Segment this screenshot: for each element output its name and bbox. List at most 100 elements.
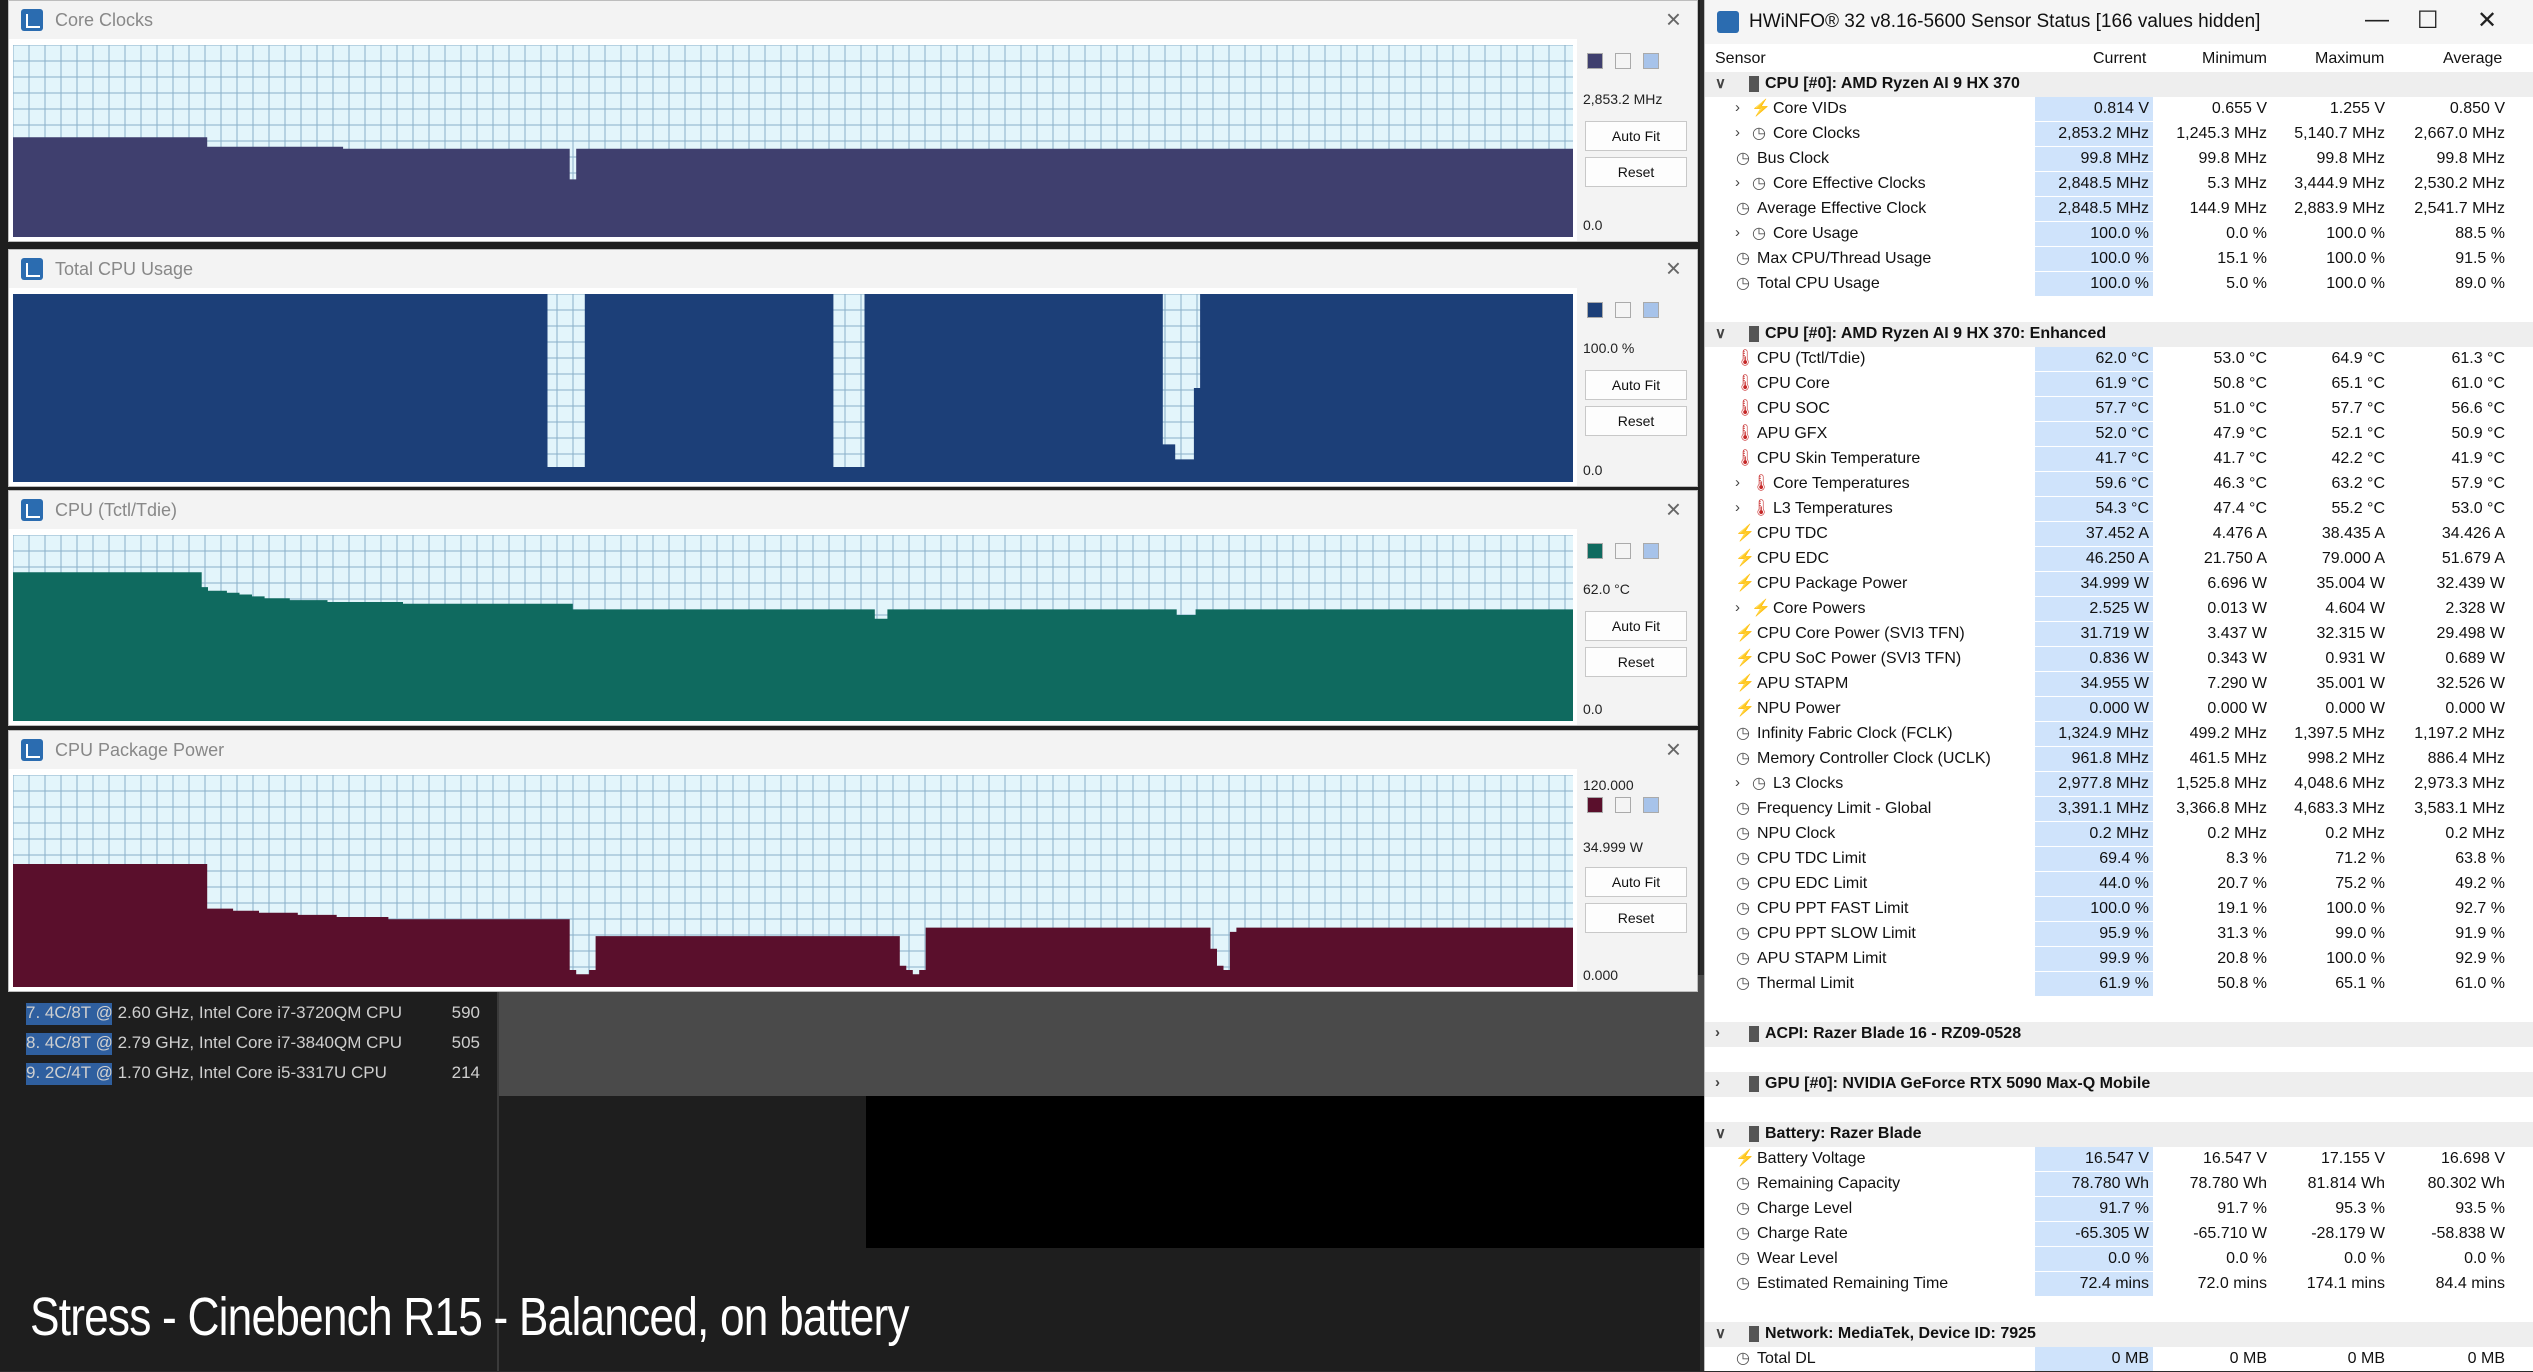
close-icon[interactable]: × bbox=[1666, 494, 1681, 525]
minimize-icon[interactable]: — bbox=[2365, 6, 2389, 34]
chevron-right-icon[interactable]: › bbox=[1735, 774, 1740, 791]
chevron-right-icon[interactable]: › bbox=[1715, 1074, 1720, 1091]
swatch-blue[interactable] bbox=[1643, 797, 1659, 813]
sensor-row[interactable]: › ◷ L3 Clocks 2,977.8 MHz 1,525.8 MHz 4,048.6… bbox=[1705, 772, 2533, 797]
sensor-row[interactable]: ◷ Average Effective Clock 2,848.5 MHz 144.9… bbox=[1705, 197, 2533, 222]
chevron-right-icon[interactable]: › bbox=[1735, 499, 1740, 516]
sensor-row[interactable]: ◷ CPU TDC Limit 69.4 % 8.3 % 71.2 % 63.8 % bbox=[1705, 847, 2533, 872]
sensor-row[interactable]: ◷ Estimated Remaining Time 72.4 mins 72.0 m… bbox=[1705, 1272, 2533, 1297]
sensor-group-row[interactable]: ∨ Battery: Razer Blade bbox=[1705, 1122, 2533, 1147]
chevron-right-icon[interactable]: › bbox=[1735, 474, 1740, 491]
reset-button[interactable]: Reset bbox=[1585, 406, 1687, 436]
sensor-row[interactable]: 🌡 CPU Core 61.9 °C 50.8 °C 65.1 °C 61.0 °C bbox=[1705, 372, 2533, 397]
col-maximum[interactable]: Maximum bbox=[2315, 50, 2384, 68]
sensor-row[interactable]: ◷ Total CPU Usage 100.0 % 5.0 % 100.0 % 89.0 … bbox=[1705, 272, 2533, 297]
chevron-right-icon[interactable]: › bbox=[1715, 1024, 1720, 1041]
col-current[interactable]: Current bbox=[2093, 50, 2146, 68]
sensor-row[interactable]: ⚡ CPU Package Power 34.999 W 6.696 W 35.004 … bbox=[1705, 572, 2533, 597]
sensor-row[interactable]: ◷ Bus Clock 99.8 MHz 99.8 MHz 99.8 MHz 99.8 M… bbox=[1705, 147, 2533, 172]
sensor-row[interactable]: ⚡ CPU Core Power (SVI3 TFN) 31.719 W 3.437 … bbox=[1705, 622, 2533, 647]
auto-fit-button[interactable]: Auto Fit bbox=[1585, 370, 1687, 400]
sensor-row[interactable]: ◷ CPU PPT FAST Limit 100.0 % 19.1 % 100.0 % 9… bbox=[1705, 897, 2533, 922]
swatch-blank[interactable] bbox=[1615, 543, 1631, 559]
color-swatch[interactable] bbox=[1587, 797, 1603, 813]
sensor-row[interactable]: › 🌡 Core Temperatures 59.6 °C 46.3 °C 63.2 °C… bbox=[1705, 472, 2533, 497]
sensor-row[interactable]: ⚡ NPU Power 0.000 W 0.000 W 0.000 W 0.000 W bbox=[1705, 697, 2533, 722]
chevron-right-icon[interactable]: › bbox=[1735, 599, 1740, 616]
sensor-row[interactable]: 🌡 APU GFX 52.0 °C 47.9 °C 52.1 °C 50.9 °C bbox=[1705, 422, 2533, 447]
swatch-blue[interactable] bbox=[1643, 53, 1659, 69]
sensor-row[interactable]: ⚡ CPU EDC 46.250 A 21.750 A 79.000 A 51.679 A bbox=[1705, 547, 2533, 572]
swatch-blank[interactable] bbox=[1615, 797, 1631, 813]
color-swatch[interactable] bbox=[1587, 302, 1603, 318]
sensor-group-row[interactable]: ∨ Network: MediaTek, Device ID: 7925 bbox=[1705, 1322, 2533, 1347]
chevron-right-icon[interactable]: › bbox=[1735, 124, 1740, 141]
sensor-row[interactable]: › ◷ Core Effective Clocks 2,848.5 MHz 5.3 MH… bbox=[1705, 172, 2533, 197]
hwinfo-titlebar[interactable]: HWiNFO® 32 v8.16-5600 Sensor Status [166… bbox=[1705, 0, 2533, 44]
graph-titlebar[interactable]: Core Clocks × bbox=[9, 1, 1697, 39]
close-icon[interactable]: × bbox=[1666, 734, 1681, 765]
sensor-row[interactable]: ⚡ Battery Voltage 16.547 V 16.547 V 17.155 V… bbox=[1705, 1147, 2533, 1172]
sensor-group-row[interactable]: ∨ CPU [#0]: AMD Ryzen AI 9 HX 370 bbox=[1705, 72, 2533, 97]
sensor-row[interactable]: ⚡ APU STAPM 34.955 W 7.290 W 35.001 W 32.526 … bbox=[1705, 672, 2533, 697]
close-icon[interactable]: × bbox=[1666, 4, 1681, 35]
col-average[interactable]: Average bbox=[2443, 50, 2502, 68]
col-sensor[interactable]: Sensor bbox=[1715, 50, 1766, 68]
sensor-row[interactable]: › ◷ Core Usage 100.0 % 0.0 % 100.0 % 88.5 % bbox=[1705, 222, 2533, 247]
reset-button[interactable]: Reset bbox=[1585, 647, 1687, 677]
reset-button[interactable]: Reset bbox=[1585, 157, 1687, 187]
sensor-row[interactable]: › 🌡 L3 Temperatures 54.3 °C 47.4 °C 55.2 °C 53… bbox=[1705, 497, 2533, 522]
sensor-row[interactable]: 🌡 CPU Skin Temperature 41.7 °C 41.7 °C 42.2 … bbox=[1705, 447, 2533, 472]
col-minimum[interactable]: Minimum bbox=[2202, 50, 2267, 68]
graph-titlebar[interactable]: CPU Package Power × bbox=[9, 731, 1697, 769]
sensor-row[interactable]: › ◷ Core Clocks 2,853.2 MHz 1,245.3 MHz 5,140… bbox=[1705, 122, 2533, 147]
sensor-row[interactable]: ◷ CPU PPT SLOW Limit 95.9 % 31.3 % 99.0 % 91.… bbox=[1705, 922, 2533, 947]
auto-fit-button[interactable]: Auto Fit bbox=[1585, 611, 1687, 641]
sensor-row[interactable]: ◷ Charge Rate -65.305 W -65.710 W -28.179 W -… bbox=[1705, 1222, 2533, 1247]
sensor-group-row[interactable]: ∨ CPU [#0]: AMD Ryzen AI 9 HX 370: Enhanc… bbox=[1705, 322, 2533, 347]
chevron-down-icon[interactable]: ∨ bbox=[1715, 1324, 1726, 1342]
chevron-right-icon[interactable]: › bbox=[1735, 99, 1740, 116]
sensor-row[interactable]: ◷ Wear Level 0.0 % 0.0 % 0.0 % 0.0 % bbox=[1705, 1247, 2533, 1272]
sensor-row[interactable]: ◷ Infinity Fabric Clock (FCLK) 1,324.9 MHz… bbox=[1705, 722, 2533, 747]
swatch-blue[interactable] bbox=[1643, 543, 1659, 559]
auto-fit-button[interactable]: Auto Fit bbox=[1585, 121, 1687, 151]
sensor-row[interactable]: ◷ Charge Level 91.7 % 91.7 % 95.3 % 93.5 % bbox=[1705, 1197, 2533, 1222]
bench-row[interactable]: 9. 2C/4T @ 1.70 GHz, Intel Core i5-3317U… bbox=[20, 1060, 480, 1086]
sensor-row[interactable]: ⚡ CPU TDC 37.452 A 4.476 A 38.435 A 34.426 A bbox=[1705, 522, 2533, 547]
color-swatch[interactable] bbox=[1587, 543, 1603, 559]
close-icon[interactable]: × bbox=[1666, 253, 1681, 284]
sensor-row[interactable]: ◷ CPU EDC Limit 44.0 % 20.7 % 75.2 % 49.2 % bbox=[1705, 872, 2533, 897]
reset-button[interactable]: Reset bbox=[1585, 903, 1687, 933]
sensor-row[interactable]: › ⚡ Core Powers 2.525 W 0.013 W 4.604 W 2.328 … bbox=[1705, 597, 2533, 622]
sensor-group-row[interactable]: › ACPI: Razer Blade 16 - RZ09-0528 bbox=[1705, 1022, 2533, 1047]
sensor-row[interactable]: ◷ Thermal Limit 61.9 % 50.8 % 65.1 % 61.0 % bbox=[1705, 972, 2533, 997]
sensor-row[interactable]: ◷ NPU Clock 0.2 MHz 0.2 MHz 0.2 MHz 0.2 MHz bbox=[1705, 822, 2533, 847]
sensor-group-row[interactable]: › GPU [#0]: NVIDIA GeForce RTX 5090 Max-Q… bbox=[1705, 1072, 2533, 1097]
swatch-blank[interactable] bbox=[1615, 302, 1631, 318]
sensor-row[interactable]: ◷ Remaining Capacity 78.780 Wh 78.780 Wh 81.… bbox=[1705, 1172, 2533, 1197]
swatch-blue[interactable] bbox=[1643, 302, 1659, 318]
sensor-row[interactable]: ◷ Frequency Limit - Global 3,391.1 MHz 3,36… bbox=[1705, 797, 2533, 822]
close-icon[interactable]: ✕ bbox=[2477, 6, 2497, 35]
sensor-row[interactable]: ⚡ CPU SoC Power (SVI3 TFN) 0.836 W 0.343 W 0… bbox=[1705, 647, 2533, 672]
sensor-row[interactable]: ◷ Max CPU/Thread Usage 100.0 % 15.1 % 100.0 … bbox=[1705, 247, 2533, 272]
sensor-row[interactable]: › ⚡ Core VIDs 0.814 V 0.655 V 1.255 V 0.850 V bbox=[1705, 97, 2533, 122]
swatch-blank[interactable] bbox=[1615, 53, 1631, 69]
sensor-row[interactable]: ◷ Total DL 0 MB 0 MB 0 MB 0 MB bbox=[1705, 1347, 2533, 1372]
color-swatch[interactable] bbox=[1587, 53, 1603, 69]
auto-fit-button[interactable]: Auto Fit bbox=[1585, 867, 1687, 897]
sensor-row[interactable]: ◷ Memory Controller Clock (UCLK) 961.8 MHz… bbox=[1705, 747, 2533, 772]
graph-titlebar[interactable]: Total CPU Usage × bbox=[9, 250, 1697, 288]
chevron-right-icon[interactable]: › bbox=[1735, 174, 1740, 191]
chevron-down-icon[interactable]: ∨ bbox=[1715, 1124, 1726, 1142]
sensor-row[interactable]: 🌡 CPU SOC 57.7 °C 51.0 °C 57.7 °C 56.6 °C bbox=[1705, 397, 2533, 422]
chevron-right-icon[interactable]: › bbox=[1735, 224, 1740, 241]
sensor-row[interactable]: ◷ APU STAPM Limit 99.9 % 20.8 % 100.0 % 92.9 … bbox=[1705, 947, 2533, 972]
chevron-down-icon[interactable]: ∨ bbox=[1715, 324, 1726, 342]
chevron-down-icon[interactable]: ∨ bbox=[1715, 74, 1726, 92]
maximize-icon[interactable]: ☐ bbox=[2417, 6, 2439, 35]
sensor-row[interactable]: 🌡 CPU (Tctl/Tdie) 62.0 °C 53.0 °C 64.9 °C 61.… bbox=[1705, 347, 2533, 372]
bench-row[interactable]: 8. 4C/8T @ 2.79 GHz, Intel Core i7-3840Q… bbox=[20, 1030, 480, 1056]
bench-row[interactable]: 7. 4C/8T @ 2.60 GHz, Intel Core i7-3720Q… bbox=[20, 1000, 480, 1026]
